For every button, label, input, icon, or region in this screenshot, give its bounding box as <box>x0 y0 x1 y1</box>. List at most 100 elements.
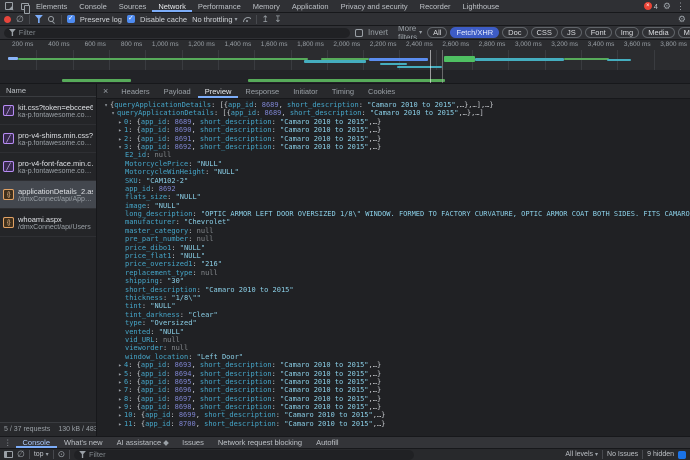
devtools-tab-elements[interactable]: Elements <box>30 0 73 12</box>
json-tree-row[interactable]: ▸2: {app_id: 8691, short_description: "C… <box>97 135 690 143</box>
expander-closed-icon[interactable]: ▸ <box>116 387 124 394</box>
json-tree-row[interactable]: ▾queryApplicationDetails: [{app_id: 8689… <box>97 109 690 117</box>
request-row[interactable]: ╱kit.css?token=ebccee6…ka-p.fontawesome.… <box>0 97 96 125</box>
detail-tab-response[interactable]: Response <box>238 84 286 98</box>
json-tree-row[interactable]: ▾{queryApplicationDetails: [{app_id: 868… <box>97 101 690 109</box>
json-tree-row[interactable]: MotorcycleWinHeight: "NULL" <box>97 168 690 176</box>
json-tree-row[interactable]: ▸9: {app_id: 8698, short_description: "C… <box>97 403 690 411</box>
json-tree-row[interactable]: window_location: "Left Door" <box>97 353 690 361</box>
expander-closed-icon[interactable]: ▸ <box>116 396 124 403</box>
json-tree-row[interactable]: thickness: "1/8\"" <box>97 294 690 302</box>
filter-chip-img[interactable]: Img <box>615 27 640 38</box>
expander-open-icon[interactable]: ▾ <box>109 110 117 117</box>
context-selector[interactable]: top▾ <box>34 451 49 458</box>
expander-closed-icon[interactable]: ▸ <box>116 412 124 419</box>
json-tree-row[interactable]: price_oversized1: "216" <box>97 260 690 268</box>
detail-tab-payload[interactable]: Payload <box>157 84 198 98</box>
drawer-menu-icon[interactable]: ⋮ <box>0 438 16 447</box>
filter-chip-all[interactable]: All <box>427 27 447 38</box>
expander-closed-icon[interactable]: ▸ <box>116 371 124 378</box>
json-tree-row[interactable]: ▸1: {app_id: 8690, short_description: "C… <box>97 126 690 134</box>
devtools-tab-console[interactable]: Console <box>73 0 113 12</box>
json-tree-row[interactable]: price_flat1: "NULL" <box>97 252 690 260</box>
issues-status[interactable]: No Issues <box>607 451 638 458</box>
drawer-tab-network-request-blocking[interactable]: Network request blocking <box>211 437 309 448</box>
detail-tab-initiator[interactable]: Initiator <box>286 84 325 98</box>
preserve-log-checkbox[interactable] <box>67 15 75 23</box>
filter-chip-js[interactable]: JS <box>561 27 582 38</box>
filter-chip-fetch-xhr[interactable]: Fetch/XHR <box>450 27 499 38</box>
network-filter-input[interactable] <box>19 28 345 37</box>
hidden-messages-count[interactable]: 9 hidden <box>647 451 674 458</box>
throttling-select[interactable]: No throttling▾ <box>192 15 237 24</box>
json-tree-row[interactable]: image: "NULL" <box>97 202 690 210</box>
network-settings-gear-icon[interactable]: ⚙ <box>678 15 686 24</box>
json-tree-row[interactable]: short_description: "Camaro 2010 to 2015" <box>97 286 690 294</box>
log-levels-dropdown[interactable]: All levels▾ <box>565 451 598 458</box>
console-sidebar-icon[interactable] <box>4 451 13 458</box>
detail-tab-headers[interactable]: Headers <box>114 84 156 98</box>
drawer-tab-what-s-new[interactable]: What's new <box>57 437 110 448</box>
close-icon[interactable]: × <box>97 86 114 96</box>
json-tree-row[interactable]: tint_darkness: "Clear" <box>97 311 690 319</box>
filter-chip-doc[interactable]: Doc <box>502 27 527 38</box>
json-tree-row[interactable]: type: "Oversized" <box>97 319 690 327</box>
drawer-tab-issues[interactable]: Issues <box>175 437 211 448</box>
devtools-tab-application[interactable]: Application <box>286 0 335 12</box>
devtools-tab-network[interactable]: Network <box>152 0 192 12</box>
json-tree-row[interactable]: ▸6: {app_id: 8695, short_description: "C… <box>97 378 690 386</box>
json-tree-row[interactable]: flats_size: "NULL" <box>97 193 690 201</box>
expander-open-icon[interactable]: ▾ <box>116 144 124 151</box>
json-tree-row[interactable]: manufacturer: "Chevrolet" <box>97 218 690 226</box>
toggle-filter-bar-icon[interactable] <box>35 15 43 23</box>
drawer-tab-ai-assistance[interactable]: AI assistance <box>110 437 176 448</box>
disable-cache-checkbox[interactable] <box>127 15 135 23</box>
expander-closed-icon[interactable]: ▸ <box>116 379 124 386</box>
import-har-icon[interactable]: ↥ <box>262 15 270 24</box>
json-tree-row[interactable]: ▸4: {app_id: 8693, short_description: "C… <box>97 361 690 369</box>
request-row[interactable]: ╱pro-v4-shims.min.css?…ka-p.fontawesome.… <box>0 125 96 153</box>
expander-closed-icon[interactable]: ▸ <box>116 421 124 428</box>
json-tree-row[interactable]: shipping: "30" <box>97 277 690 285</box>
json-tree-row[interactable]: SKU: "CAM102-2" <box>97 177 690 185</box>
json-tree-row[interactable]: app_id: 8692 <box>97 185 690 193</box>
filter-chip-font[interactable]: Font <box>585 27 612 38</box>
network-conditions-icon[interactable] <box>243 17 251 22</box>
json-tree-row[interactable]: vid_URL: null <box>97 336 690 344</box>
search-icon[interactable] <box>48 16 54 22</box>
live-expression-eye-icon[interactable]: ⊙ <box>58 450 66 459</box>
filter-chip-css[interactable]: CSS <box>531 27 558 38</box>
clear-network-log-icon[interactable]: ∅ <box>16 15 24 24</box>
device-toolbar-icon[interactable] <box>18 1 30 12</box>
drawer-tab-console[interactable]: Console <box>16 437 58 448</box>
more-filters-dropdown[interactable]: More filters▾ <box>398 26 422 40</box>
detail-tab-cookies[interactable]: Cookies <box>361 84 402 98</box>
settings-gear-icon[interactable]: ⚙ <box>663 2 671 11</box>
console-filter-input[interactable] <box>89 450 409 459</box>
devtools-tab-lighthouse[interactable]: Lighthouse <box>457 0 506 12</box>
expander-closed-icon[interactable]: ▸ <box>116 119 124 126</box>
error-badge[interactable]: × 4 <box>644 2 658 11</box>
json-tree-row[interactable]: vieworder: null <box>97 344 690 352</box>
expander-closed-icon[interactable]: ▸ <box>116 362 124 369</box>
network-overview-waterfall[interactable] <box>0 50 690 84</box>
devtools-tab-privacy-and-security[interactable]: Privacy and security <box>335 0 414 12</box>
detail-tab-timing[interactable]: Timing <box>325 84 361 98</box>
devtools-tab-performance[interactable]: Performance <box>192 0 247 12</box>
devtools-tab-sources[interactable]: Sources <box>113 0 153 12</box>
json-tree-row[interactable]: ▸7: {app_id: 8696, short_description: "C… <box>97 386 690 394</box>
filter-chip-manifest[interactable]: Manifest <box>678 27 690 38</box>
expander-open-icon[interactable]: ▾ <box>102 102 110 109</box>
drawer-tab-autofill[interactable]: Autofill <box>309 437 346 448</box>
detail-tab-preview[interactable]: Preview <box>198 84 239 98</box>
more-menu-icon[interactable]: ⋮ <box>676 2 685 11</box>
json-tree-row[interactable]: replacement_type: null <box>97 269 690 277</box>
request-row[interactable]: {}whoami.aspx/dmxConnect/api/Users <box>0 209 96 237</box>
json-tree-row[interactable]: ▸0: {app_id: 8689, short_description: "C… <box>97 118 690 126</box>
expander-closed-icon[interactable]: ▸ <box>116 136 124 143</box>
export-har-icon[interactable]: ↧ <box>274 15 282 24</box>
request-row[interactable]: ╱pro-v4-font-face.min.c…ka-p.fontawesome… <box>0 153 96 181</box>
clear-console-icon[interactable]: ∅ <box>17 450 25 459</box>
json-tree-row[interactable]: long_description: "OPTIC ARMOR LEFT DOOR… <box>97 210 690 218</box>
request-row[interactable]: {}applicationDetails_2.as…/dmxConnect/ap… <box>0 181 96 209</box>
